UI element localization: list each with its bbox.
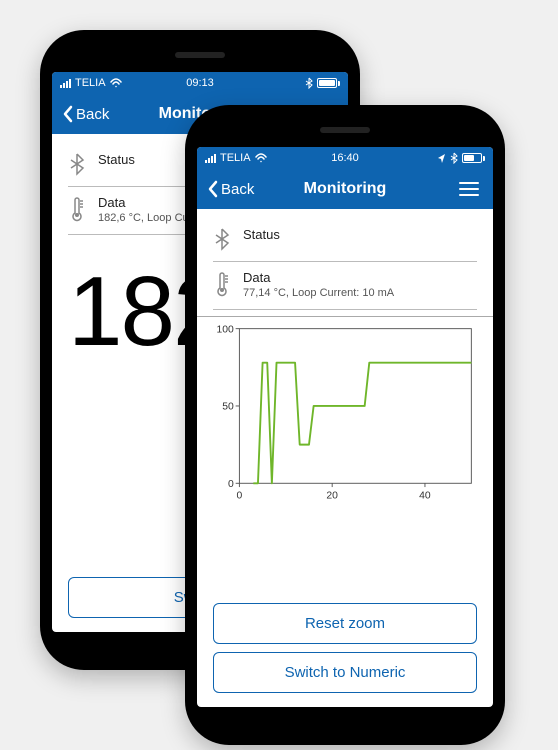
thermometer-icon [213,270,231,298]
status-bar: TELIA 09:13 [52,72,348,94]
back-label: Back [76,106,109,123]
line-chart[interactable]: 0 50 100 0 20 40 [213,323,477,502]
screen: TELIA 16:40 Back Monitoring [197,147,493,707]
phone-speaker [175,52,225,58]
bluetooth-icon [213,227,231,251]
back-button[interactable]: Back [207,180,254,198]
signal-icon [205,154,216,163]
svg-text:100: 100 [216,324,234,335]
reset-zoom-button[interactable]: Reset zoom [213,603,477,644]
data-value: 77,14 °C, Loop Current: 10 mA [243,287,477,299]
chart-area[interactable]: 0 50 100 0 20 40 [197,316,493,509]
menu-button[interactable] [455,178,483,200]
signal-icon [60,79,71,88]
bluetooth-icon [68,152,86,176]
thermometer-icon [68,195,86,223]
phone-front: TELIA 16:40 Back Monitoring [185,105,505,745]
svg-text:20: 20 [326,490,338,501]
svg-text:0: 0 [237,490,243,501]
data-label: Data [243,270,477,285]
chevron-left-icon [62,105,74,123]
phone-speaker [320,127,370,133]
battery-icon [317,78,340,88]
nav-bar: Back Monitoring [197,169,493,209]
back-button[interactable]: Back [62,105,109,123]
status-label: Status [243,227,477,242]
back-label: Back [221,181,254,198]
svg-text:50: 50 [222,402,234,413]
bluetooth-status-icon [305,77,313,89]
carrier-label: TELIA [75,77,106,89]
wifi-icon [255,153,267,163]
battery-icon [462,153,485,163]
wifi-icon [110,78,122,88]
svg-text:0: 0 [228,479,234,490]
divider [213,309,477,310]
bluetooth-status-icon [450,152,458,164]
location-icon [437,153,446,164]
carrier-label: TELIA [220,152,251,164]
svg-text:40: 40 [419,490,431,501]
chevron-left-icon [207,180,219,198]
status-bar: TELIA 16:40 [197,147,493,169]
switch-view-button[interactable]: Switch to Numeric [213,652,477,693]
